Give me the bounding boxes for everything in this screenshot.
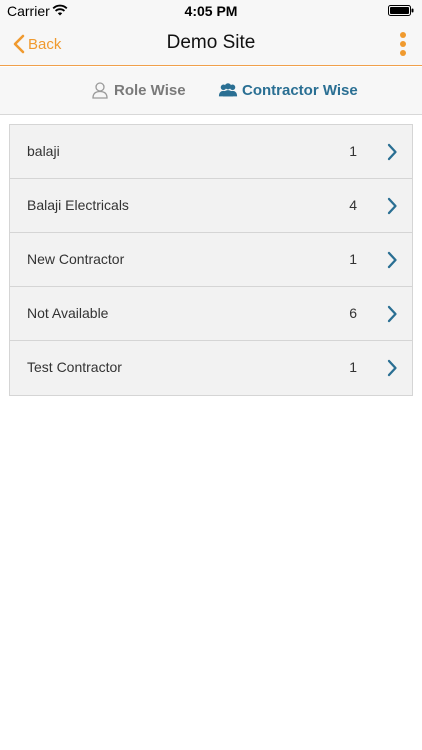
tab-role-wise-label: Role Wise: [114, 81, 186, 99]
contractor-count: 1: [349, 251, 357, 267]
contractor-name: New Contractor: [27, 251, 125, 267]
page-title: Demo Site: [166, 32, 256, 53]
tab-contractor-wise[interactable]: Contractor Wise: [218, 79, 358, 101]
status-bar: Carrier 4:05 PM: [0, 0, 422, 22]
list-item[interactable]: Test Contractor 1: [10, 341, 412, 395]
person-icon: [92, 82, 108, 99]
contractor-list: balaji 1 Balaji Electricals 4 New Contra…: [9, 124, 413, 396]
contractor-count: 1: [349, 359, 357, 375]
chevron-right-icon: [387, 197, 397, 215]
list-item[interactable]: Balaji Electricals 4: [10, 179, 412, 233]
list-item[interactable]: Not Available 6: [10, 287, 412, 341]
contractor-count: 4: [349, 197, 357, 213]
chevron-right-icon: [387, 143, 397, 161]
chevron-right-icon: [387, 305, 397, 323]
contractor-name: Test Contractor: [27, 359, 122, 375]
contractor-count: 1: [349, 143, 357, 159]
contractor-name: Not Available: [27, 305, 109, 321]
tab-role-wise[interactable]: Role Wise: [90, 79, 186, 101]
more-vertical-icon[interactable]: [396, 30, 410, 58]
list-item[interactable]: New Contractor 1: [10, 233, 412, 287]
contractor-name: balaji: [27, 143, 60, 159]
status-time: 4:05 PM: [184, 3, 238, 19]
view-segment-bar: Role Wise Contractor Wise: [0, 67, 422, 115]
list-item[interactable]: balaji 1: [10, 125, 412, 179]
navigation-bar: Back Demo Site: [0, 22, 422, 66]
group-icon: [218, 83, 238, 97]
chevron-right-icon: [387, 359, 397, 377]
chevron-right-icon: [387, 251, 397, 269]
contractor-count: 6: [349, 305, 357, 321]
contractor-name: Balaji Electricals: [27, 197, 129, 213]
battery-icon: [388, 5, 414, 16]
tab-contractor-wise-label: Contractor Wise: [242, 81, 358, 99]
